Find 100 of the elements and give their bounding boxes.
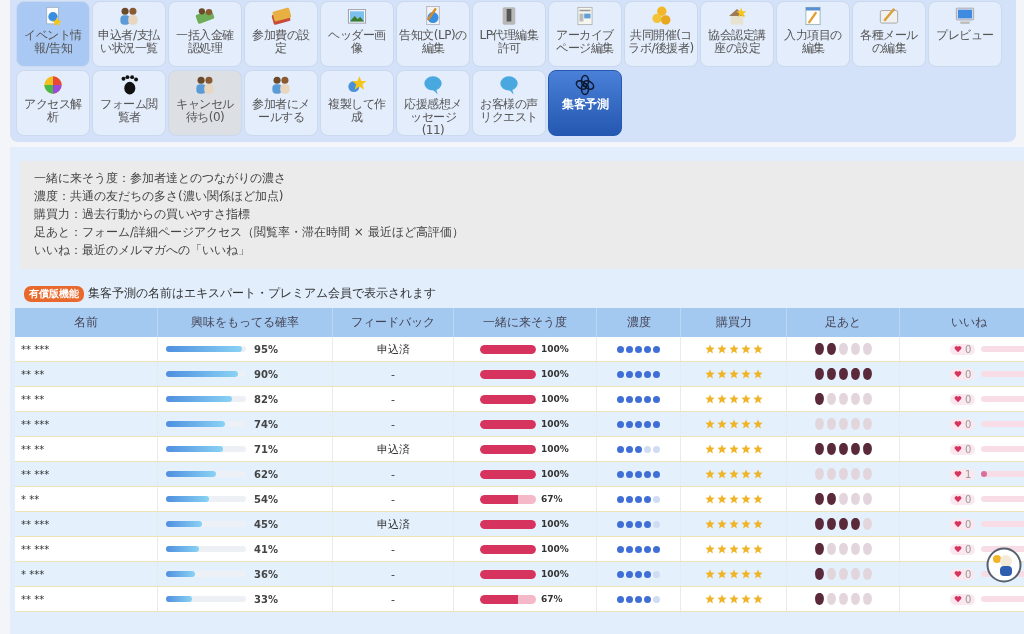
toolbar-button[interactable]: アクセス解析	[16, 70, 90, 136]
density-dot	[617, 495, 624, 503]
toolbar-button[interactable]: 申込者/支払い状況一覧	[92, 1, 166, 67]
help-mascot-icon[interactable]	[986, 547, 1022, 583]
together-bar	[480, 594, 536, 604]
toolbar-button[interactable]: 参加費の設定	[244, 1, 318, 67]
toolbar-button[interactable]: 集客予測	[548, 70, 622, 136]
footprints-icon	[826, 593, 836, 605]
footprints-icon	[838, 343, 848, 355]
star-icon	[740, 369, 751, 379]
toolbar-button[interactable]: 一括入金確認処理	[168, 1, 242, 67]
toolbar-button[interactable]: 複製して作成	[320, 70, 394, 136]
footprints-icon	[850, 418, 860, 430]
together-percent: 67%	[541, 494, 563, 504]
footprints-icon	[838, 368, 848, 380]
star-icon	[704, 494, 715, 504]
density-dot	[617, 395, 624, 403]
feedback-cell: -	[332, 461, 454, 487]
star-icon	[716, 544, 727, 554]
card-icon	[270, 5, 292, 27]
name-cell: ** ***	[15, 536, 158, 562]
toolbar-button[interactable]: 参加者にメールする	[244, 70, 318, 136]
name-cell: ** **	[15, 361, 158, 387]
paid-feature-badge: 有償版機能	[24, 285, 84, 302]
feedback-cell: -	[332, 361, 454, 387]
star-icon	[716, 519, 727, 529]
density-dot	[644, 370, 651, 378]
star-icon	[740, 344, 751, 354]
density-dot	[626, 495, 633, 503]
together-bar	[480, 369, 536, 379]
star-icon	[728, 494, 739, 504]
star-icon	[716, 594, 727, 604]
legend-text: いいね：最近のメルマガへの「いいね」	[34, 243, 251, 257]
interest-percent: 54%	[254, 493, 278, 505]
density-dot	[653, 445, 660, 453]
star-icon	[728, 369, 739, 379]
column-header: 名前	[15, 308, 158, 337]
footprints-icon	[838, 493, 848, 505]
feedback-cell: 申込済	[332, 337, 454, 362]
feedback-cell: -	[332, 561, 454, 587]
toolbar-button[interactable]: 告知文(LP)の編集	[396, 1, 470, 67]
footprints-icon	[838, 543, 848, 555]
toolbar-button[interactable]: お客様の声リクエスト	[472, 70, 546, 136]
density-dot	[644, 445, 651, 453]
together-bar	[480, 569, 536, 579]
footprints-icon	[838, 468, 848, 480]
star-icon	[740, 594, 751, 604]
together-percent: 100%	[541, 444, 569, 454]
toolbar-button[interactable]: 協会認定講座の設定	[700, 1, 774, 67]
toolbar-button[interactable]: LP代理編集許可	[472, 1, 546, 67]
speech-bubble-icon	[498, 74, 520, 96]
density-dot	[635, 420, 642, 428]
footprints-icon	[850, 468, 860, 480]
toolbar-button[interactable]: 応援感想メッセージ(11)	[396, 70, 470, 136]
feedback-cell: 申込済	[332, 436, 454, 462]
star-icon	[752, 494, 763, 504]
density-dot	[644, 345, 651, 353]
people-icon	[194, 74, 216, 96]
footprints-icon	[850, 593, 860, 605]
star-icon	[752, 419, 763, 429]
column-header: フィードバック	[332, 308, 454, 337]
together-percent: 100%	[541, 419, 569, 429]
toolbar-button[interactable]: ヘッダー画像	[320, 1, 394, 67]
density-dot	[617, 420, 624, 428]
density-dot	[653, 495, 660, 503]
toolbar-button[interactable]: アーカイブページ編集	[548, 1, 622, 67]
star-icon	[752, 594, 763, 604]
star-icon	[752, 369, 763, 379]
star-icon	[716, 469, 727, 479]
star-icon	[716, 369, 727, 379]
like-count: 0	[965, 343, 972, 355]
toolbar-button[interactable]: フォーム閲覧者	[92, 70, 166, 136]
footprints-icon	[862, 443, 872, 455]
density-dot	[635, 370, 642, 378]
star-icon	[704, 569, 715, 579]
density-dot	[626, 395, 633, 403]
footprints-icon	[826, 468, 836, 480]
star-icon	[752, 544, 763, 554]
footprints-icon	[850, 343, 860, 355]
density-dot	[653, 395, 660, 403]
name-cell: ** ***	[15, 511, 158, 537]
density-dot	[617, 595, 624, 603]
toolbar-button[interactable]: 共同開催(コラボ/後援者)	[624, 1, 698, 67]
together-percent: 100%	[541, 344, 569, 354]
people-icon	[118, 5, 140, 27]
footprints-icon	[814, 368, 824, 380]
star-icon	[704, 444, 715, 454]
monitor-icon	[954, 5, 976, 27]
toolbar-button[interactable]: プレビュー	[928, 1, 1002, 67]
density-dot	[635, 345, 642, 353]
toolbar-button[interactable]: イベント情報/告知	[16, 1, 90, 67]
together-percent: 100%	[541, 469, 569, 479]
toolbar-button[interactable]: 各種メールの編集	[852, 1, 926, 67]
star-icon	[740, 569, 751, 579]
density-dot	[626, 445, 633, 453]
legend-text: 足あと：フォーム/詳細ページアクセス（閲覧率・滞在時間 × 最近ほど高評価）	[34, 225, 465, 239]
density-dot	[626, 545, 633, 553]
toolbar-button[interactable]: 入力項目の編集	[776, 1, 850, 67]
footprints-icon	[826, 368, 836, 380]
star-icon	[716, 394, 727, 404]
